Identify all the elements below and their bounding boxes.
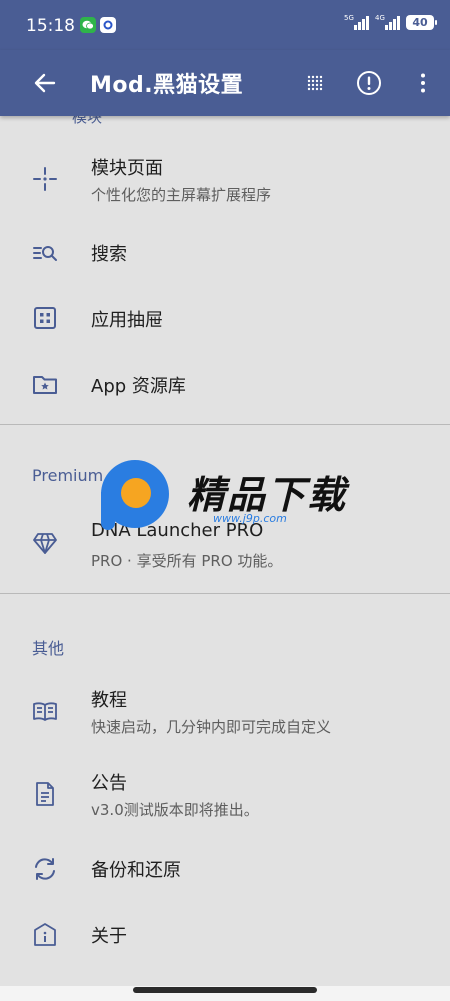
settings-item-app-drawer[interactable]: 应用抽屉 [0,288,450,348]
item-label: 应用抽屉 [91,310,163,331]
item-subtitle: 个性化您的主屏幕扩展程序 [91,186,272,204]
signal-4g-icon: 4G [375,13,400,30]
crosshair-icon [33,167,57,191]
more-button[interactable] [408,68,438,98]
app-bar: Mod.黑猫设置 [0,50,450,116]
battery-level: 40 [412,16,428,29]
grid-button[interactable] [300,68,330,98]
app-notification-icon [100,17,116,33]
settings-item-tutorial[interactable]: 教程 快速启动，几分钟内即可完成自定义 [0,678,450,746]
section-header-premium: Premium [32,466,104,485]
settings-item-pro[interactable]: DNA Launcher PRO PRO · 享受所有 PRO 功能。 [0,508,450,580]
settings-item-backup-restore[interactable]: 备份和还原 [0,838,450,898]
item-label: 搜索 [91,244,127,265]
navigation-bar [0,986,450,1001]
settings-item-about[interactable]: 关于 [0,904,450,964]
search-list-icon [33,246,57,261]
signal-5g-label: 5G [344,13,354,22]
item-label: 关于 [91,926,127,947]
info-button[interactable] [354,68,384,98]
item-label: 教程 [91,690,127,711]
diamond-icon [33,533,57,554]
home-gesture-handle[interactable] [133,987,317,993]
item-label: 备份和还原 [91,860,181,881]
more-vert-icon [421,73,425,93]
info-icon [34,923,56,946]
item-label: 公告 [91,773,127,794]
book-icon [33,702,57,721]
dots-grid-icon [307,75,323,91]
item-subtitle: PRO · 享受所有 PRO 功能。 [91,552,283,570]
sync-icon [35,858,55,880]
settings-item-app-library[interactable]: App 资源库 [0,354,450,414]
divider [0,593,450,594]
status-indicators: 5G 4G 40 [344,13,437,30]
back-button[interactable] [30,69,60,97]
settings-list: 模块 模块页面 个性化您的主屏幕扩展程序 搜索 应用抽屉 App 资源库 Pre… [0,108,450,986]
settings-item-search[interactable]: 搜索 [0,222,450,282]
item-subtitle: 快速启动，几分钟内即可完成自定义 [91,718,332,736]
info-alert-icon [357,71,381,95]
section-header-other: 其他 [32,639,65,658]
page-title: Mod.黑猫设置 [90,73,244,98]
settings-item-module-page[interactable]: 模块页面 个性化您的主屏幕扩展程序 [0,144,450,212]
item-label: App 资源库 [91,376,186,397]
status-bar: 15:18 5G 4G 40 [0,0,450,50]
status-time: 15:18 [26,16,75,36]
wechat-icon [80,17,96,33]
back-arrow-icon [34,73,56,93]
battery-icon: 40 [406,15,437,30]
item-label: 模块页面 [91,158,163,179]
item-subtitle: v3.0测试版本即将推出。 [91,801,259,819]
document-icon [36,782,54,806]
signal-4g-label: 4G [375,13,385,22]
item-label: DNA Launcher PRO [91,520,264,541]
divider [0,424,450,425]
signal-5g-icon: 5G [344,13,369,30]
settings-item-announcement[interactable]: 公告 v3.0测试版本即将推出。 [0,760,450,828]
folder-star-icon [33,376,57,394]
app-drawer-icon [34,307,56,329]
